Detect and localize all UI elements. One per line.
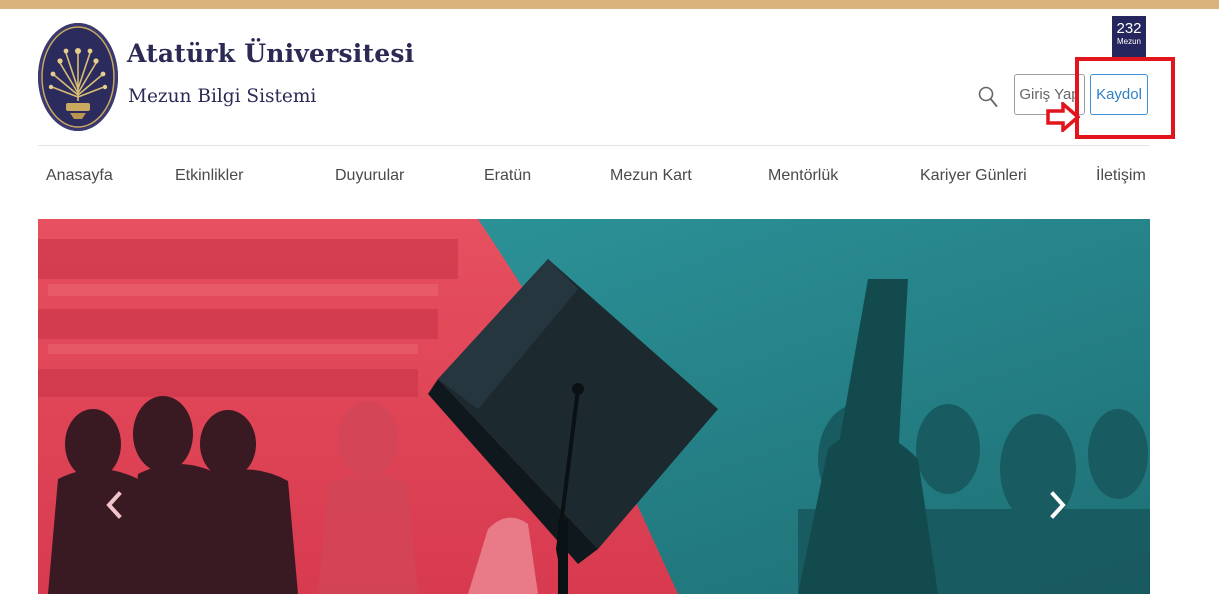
- search-icon[interactable]: [978, 86, 998, 108]
- page-container: Atatürk Üniversitesi Mezun Bilgi Sistemi…: [38, 9, 1175, 594]
- nav-item-mezun-kart[interactable]: Mezun Kart: [610, 167, 692, 185]
- main-navigation: Anasayfa Etkinlikler Duyurular Eratün Me…: [38, 167, 1150, 191]
- nav-item-duyurular[interactable]: Duyurular: [335, 167, 404, 185]
- nav-item-anasayfa[interactable]: Anasayfa: [46, 167, 113, 185]
- site-subtitle: Mezun Bilgi Sistemi: [128, 86, 317, 107]
- nav-item-mentorluk[interactable]: Mentörlük: [768, 167, 838, 185]
- carousel-prev-button[interactable]: [106, 491, 136, 531]
- graduate-counter-badge: 232 Mezun: [1112, 16, 1146, 58]
- chevron-left-icon: [106, 491, 122, 519]
- site-title[interactable]: Atatürk Üniversitesi: [127, 39, 414, 68]
- nav-item-kariyer-gunleri[interactable]: Kariyer Günleri: [920, 167, 1027, 185]
- hero-slide-image: [38, 219, 1150, 594]
- graduate-count-label: Mezun: [1116, 37, 1141, 46]
- carousel-next-button[interactable]: [1050, 491, 1080, 531]
- nav-item-eratun[interactable]: Eratün: [484, 167, 531, 185]
- university-logo[interactable]: [38, 23, 118, 131]
- nav-item-iletisim[interactable]: İletişim: [1096, 167, 1146, 185]
- hero-carousel[interactable]: [38, 219, 1150, 594]
- nav-item-etkinlikler[interactable]: Etkinlikler: [175, 167, 243, 185]
- register-button[interactable]: Kaydol: [1090, 74, 1148, 115]
- chevron-right-icon: [1050, 491, 1066, 519]
- top-accent-bar: [0, 0, 1219, 9]
- logo-emblem-icon: [41, 26, 115, 128]
- annotation-arrow-icon: [1046, 100, 1081, 134]
- graduate-count: 232: [1116, 20, 1142, 37]
- header-divider: [38, 145, 1150, 146]
